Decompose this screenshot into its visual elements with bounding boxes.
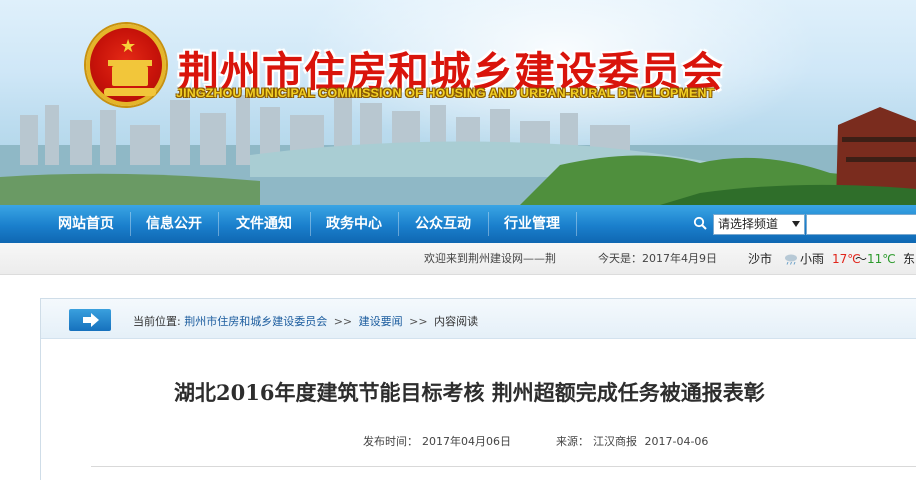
article-panel: 当前位置: 荆州市住房和城乡建设委员会 >> 建设要闻 >> 内容阅读 湖北20… [40, 298, 916, 480]
nav-item-government-center[interactable]: 政务中心 [312, 205, 396, 243]
breadcrumb-link-commission[interactable]: 荆州市住房和城乡建设委员会 [184, 315, 327, 328]
wind-direction: 东 [903, 252, 916, 266]
dropdown-arrow-icon [792, 221, 800, 227]
article-title: 湖北2016年度建筑节能目标考核 荆州超额完成任务被通报表彰 [174, 380, 765, 405]
temperature-separator: ～ [855, 252, 868, 266]
nav-item-info-disclosure[interactable]: 信息公开 [132, 205, 216, 243]
article-meta: 发布时间： 2017年04月06日 来源： 江汉商报 2017-04-06 [363, 433, 712, 449]
info-bar: 欢迎来到荆州建设网——荆 今天是：2017年4月9日 沙市 小雨 17℃ ～ 1… [0, 243, 916, 275]
breadcrumb-trail: 当前位置: 荆州市住房和城乡建设委员会 >> 建设要闻 >> 内容阅读 [133, 299, 478, 339]
channel-select-value: 请选择频道 [718, 217, 779, 231]
nav-item-home[interactable]: 网站首页 [44, 205, 128, 243]
main-nav: 网站首页 信息公开 文件通知 政务中心 公众互动 行业管理 请选择频道 [0, 205, 916, 243]
breadcrumb-prefix: 当前位置: [133, 315, 181, 328]
weather-condition: 小雨 [800, 252, 825, 266]
nav-separator [218, 212, 219, 236]
search-icon[interactable] [693, 216, 707, 230]
today-date: 今天是：2017年4月9日 [598, 252, 717, 265]
breadcrumb-arrow-icon [69, 309, 111, 331]
search-input[interactable] [806, 214, 916, 235]
site-banner: ★ 荆州市住房和城乡建设委员会 JINGZHOU MUNICIPAL COMMI… [0, 0, 916, 205]
nav-separator [488, 212, 489, 236]
channel-select[interactable]: 请选择频道 [713, 214, 805, 235]
nav-separator [310, 212, 311, 236]
breadcrumb-current: 内容阅读 [434, 315, 479, 328]
rain-cloud-icon [785, 254, 797, 265]
publish-label: 发布时间： [363, 435, 418, 448]
welcome-marquee: 欢迎来到荆州建设网——荆 [424, 252, 556, 265]
nav-separator [398, 212, 399, 236]
source-label: 来源： [556, 435, 589, 448]
source-name: 江汉商报 [593, 435, 637, 448]
weather-city: 沙市 [748, 252, 773, 266]
nav-separator [576, 212, 577, 236]
source-date: 2017-04-06 [644, 435, 709, 448]
temperature-low: 11℃ [867, 252, 896, 266]
nav-separator [130, 212, 131, 236]
site-subtitle: JINGZHOU MUNICIPAL COMMISSION OF HOUSING… [176, 86, 715, 100]
breadcrumb-link-news[interactable]: 建设要闻 [359, 315, 403, 328]
nav-item-notices[interactable]: 文件通知 [220, 205, 308, 243]
breadcrumb-separator: >> [333, 315, 353, 328]
publish-date: 2017年04月06日 [422, 435, 511, 448]
divider [91, 466, 916, 467]
breadcrumb-separator: >> [409, 315, 428, 328]
nav-item-public-interaction[interactable]: 公众互动 [400, 205, 486, 243]
national-emblem-icon: ★ [86, 24, 166, 106]
breadcrumb: 当前位置: 荆州市住房和城乡建设委员会 >> 建设要闻 >> 内容阅读 [41, 299, 916, 339]
nav-item-industry-management[interactable]: 行业管理 [490, 205, 574, 243]
